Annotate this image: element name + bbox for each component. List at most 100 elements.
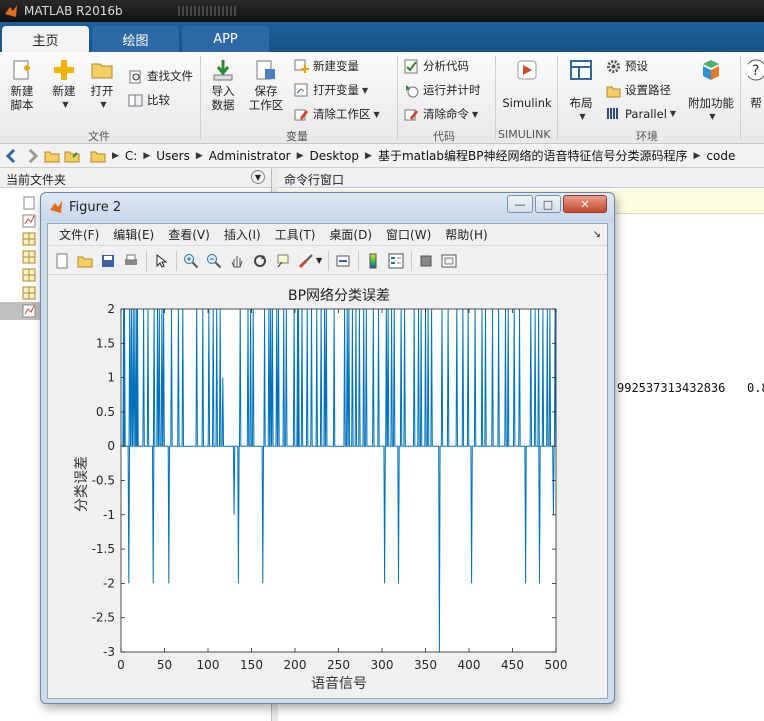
figure-window[interactable]: Figure 2 — □ ✕ 文件(F) 编辑(E) 查看(V) 插入(I) 工…: [40, 192, 615, 704]
layout-icon: [570, 60, 592, 80]
chevron-down-icon: ▼: [669, 109, 677, 118]
colorbar-icon[interactable]: [364, 252, 382, 270]
tab-apps[interactable]: APP: [182, 26, 269, 52]
chevron-right-icon: ▶: [195, 150, 203, 161]
maximize-icon: □: [542, 197, 554, 211]
breadcrumb-drive[interactable]: C:: [125, 149, 137, 163]
legend-icon[interactable]: [387, 252, 405, 270]
chevron-right-icon: ▶: [365, 150, 372, 161]
fig-file-icon[interactable]: [22, 214, 36, 228]
close-button[interactable]: ✕: [563, 195, 607, 213]
menu-view[interactable]: 查看(V): [165, 226, 213, 243]
new-variable-button[interactable]: 新建变量: [294, 58, 359, 74]
y-tick-label: 0: [107, 439, 115, 453]
chevron-down-icon: ▼: [472, 109, 479, 119]
menu-insert[interactable]: 插入(I): [221, 226, 264, 243]
preferences-button[interactable]: 预设: [606, 58, 648, 74]
run-and-time-button[interactable]: 运行并计时: [404, 82, 481, 98]
mat-file-icon[interactable]: [22, 250, 36, 264]
menu-tools[interactable]: 工具(T): [272, 226, 319, 243]
breadcrumb-users[interactable]: Users: [156, 149, 190, 163]
new-figure-icon[interactable]: [53, 252, 71, 270]
run-and-time-icon: [406, 84, 419, 97]
compare-icon: [128, 94, 143, 106]
import-data-button[interactable]: 导入 数据: [206, 58, 240, 112]
open-button[interactable]: 打开 ▼: [86, 58, 118, 112]
file-icon[interactable]: [22, 196, 36, 210]
menu-desktop[interactable]: 桌面(D): [326, 226, 375, 243]
toolbar-divider: [328, 250, 330, 271]
menu-help[interactable]: 帮助(H): [442, 226, 490, 243]
open-variable-button[interactable]: 打开变量 ▼: [294, 82, 368, 98]
breadcrumb-desktop[interactable]: Desktop: [310, 149, 360, 163]
save-workspace-button[interactable]: 保存 工作区: [246, 58, 286, 112]
run-and-time-label: 运行并计时: [423, 83, 481, 97]
forward-arrow-icon[interactable]: [24, 148, 40, 164]
open-file-icon[interactable]: [76, 252, 94, 270]
clear-workspace-button[interactable]: 清除工作区 ▼: [294, 106, 380, 122]
x-tick-label: 0: [117, 658, 125, 672]
zoom-in-icon[interactable]: [182, 252, 200, 270]
breadcrumb-code[interactable]: code: [706, 149, 735, 163]
new-button[interactable]: 新建 ▼: [48, 58, 80, 112]
chevron-down-icon: ▼: [709, 112, 716, 121]
hide-plot-tools-icon[interactable]: [417, 252, 435, 270]
tab-home[interactable]: 主页: [2, 26, 89, 52]
panel-options-icon[interactable]: ▼: [251, 170, 265, 184]
compare-label: 比较: [147, 93, 170, 107]
y-tick-label: 2: [107, 302, 115, 316]
clear-commands-icon: [404, 109, 419, 120]
group-label-simulink: SIMULINK: [498, 128, 551, 141]
breadcrumb-project[interactable]: 基于matlab编程BP神经网络的语音特征信号分类源码程序: [378, 147, 688, 164]
tab-plots[interactable]: 绘图: [92, 26, 179, 52]
browse-folder-icon[interactable]: [64, 148, 80, 164]
gear-icon: [607, 59, 620, 73]
maximize-button[interactable]: □: [535, 195, 561, 213]
toolstrip-ribbon: 新建 脚本 新建 ▼ 打开 ▼ 查找文件 比较 文件 导入 数据 保存 工作区 …: [0, 52, 764, 144]
menu-file[interactable]: 文件(F): [56, 226, 102, 243]
back-arrow-icon[interactable]: [4, 148, 20, 164]
menu-edit[interactable]: 编辑(E): [110, 226, 157, 243]
dock-arrow-icon[interactable]: ↘: [593, 229, 601, 240]
menu-window[interactable]: 窗口(W): [383, 226, 434, 243]
find-files-button[interactable]: 查找文件: [128, 68, 193, 84]
save-icon[interactable]: [99, 252, 117, 270]
show-plot-tools-icon[interactable]: [440, 252, 458, 270]
help-button[interactable]: ? 帮: [748, 58, 764, 110]
analyze-code-button[interactable]: 分析代码: [404, 58, 469, 74]
up-folder-icon[interactable]: [44, 148, 60, 164]
new-script-label: 新建 脚本: [10, 84, 34, 112]
parallel-button[interactable]: Parallel ▼: [606, 106, 676, 121]
axes-plot[interactable]: BP网络分类误差 语音信号 分类误差 0 50 100 150 200 250 300 350…: [48, 276, 607, 698]
clear-commands-label: 清除命令: [423, 107, 469, 121]
set-path-button[interactable]: 设置路径: [606, 82, 671, 98]
import-data-label: 导入 数据: [211, 84, 235, 112]
mat-file-icon[interactable]: [22, 286, 36, 300]
layout-button[interactable]: 布局 ▼: [565, 58, 597, 124]
clear-commands-button[interactable]: 清除命令 ▼: [404, 106, 478, 122]
link-icon[interactable]: [334, 252, 352, 270]
print-icon[interactable]: [122, 252, 140, 270]
new-script-icon: [13, 60, 30, 80]
compare-button[interactable]: 比较: [128, 92, 170, 108]
figure-title-bar[interactable]: Figure 2 — □ ✕: [41, 193, 614, 221]
new-label: 新建: [52, 84, 76, 98]
chevron-down-icon[interactable]: ▼: [316, 256, 322, 265]
zoom-out-icon[interactable]: [205, 252, 223, 270]
data-cursor-icon[interactable]: [274, 252, 292, 270]
x-tick-label: 250: [327, 658, 350, 672]
simulink-button[interactable]: Simulink: [502, 58, 552, 110]
rotate-icon[interactable]: [251, 252, 269, 270]
mat-file-icon[interactable]: [22, 268, 36, 282]
pointer-icon[interactable]: [152, 252, 170, 270]
brush-icon[interactable]: [297, 252, 315, 270]
figure-canvas[interactable]: BP网络分类误差 语音信号 分类误差 0 50 100 150 200 250 300 350…: [48, 276, 607, 698]
pan-icon[interactable]: [228, 252, 246, 270]
addons-button[interactable]: 附加功能 ▼: [688, 58, 734, 124]
new-script-button[interactable]: 新建 脚本: [6, 58, 38, 112]
selected-row[interactable]: [0, 302, 40, 320]
mat-file-icon[interactable]: [22, 232, 36, 246]
minimize-button[interactable]: —: [507, 195, 533, 213]
breadcrumb-administrator[interactable]: Administrator: [209, 149, 291, 163]
current-folder-header: 当前文件夹 ▼: [0, 168, 271, 188]
